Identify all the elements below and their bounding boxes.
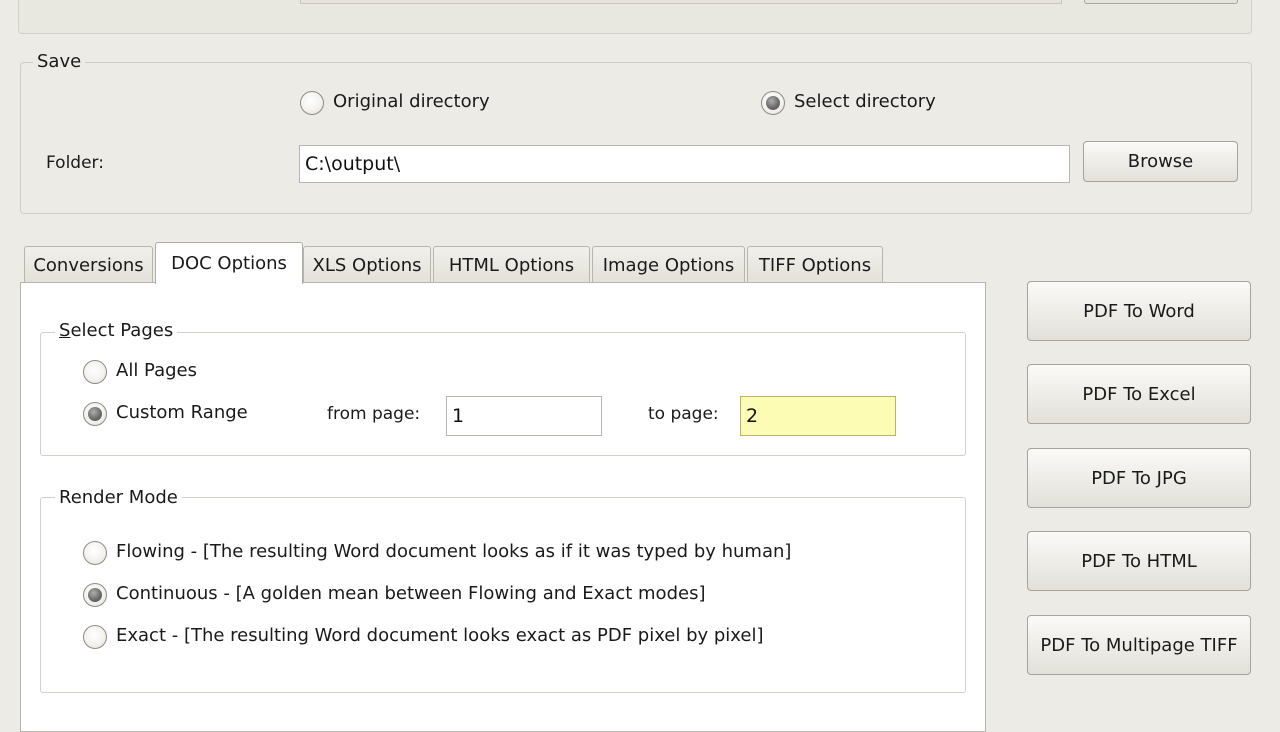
top-input-partial[interactable] xyxy=(300,0,1062,4)
from-page-label: from page: xyxy=(327,404,421,424)
radio-selected-dot xyxy=(766,96,780,110)
tab-conversions[interactable]: Conversions xyxy=(24,246,153,284)
pdf-to-jpg-button[interactable]: PDF To JPG xyxy=(1027,448,1251,508)
render-mode-title: Render Mode xyxy=(55,487,182,509)
tab-tiff-options[interactable]: TIFF Options xyxy=(747,246,883,284)
doc-options-panel: Select Pages All Pages Custom Range from… xyxy=(20,282,986,732)
radio-selected-dot xyxy=(88,588,102,602)
render-flowing-radio[interactable] xyxy=(83,541,107,565)
save-group-title: Save xyxy=(33,51,86,73)
original-directory-label[interactable]: Original directory xyxy=(333,91,490,113)
from-page-input[interactable] xyxy=(446,396,602,436)
render-continuous-label[interactable]: Continuous - [A golden mean between Flow… xyxy=(116,583,705,605)
select-directory-radio[interactable] xyxy=(761,91,785,115)
render-flowing-label[interactable]: Flowing - [The resulting Word document l… xyxy=(116,541,791,563)
tab-xls-options[interactable]: XLS Options xyxy=(303,246,431,284)
folder-label: Folder: xyxy=(46,153,104,173)
all-pages-label[interactable]: All Pages xyxy=(116,360,197,382)
pdf-to-html-button[interactable]: PDF To HTML xyxy=(1027,531,1251,591)
pdf-to-multipage-tiff-button[interactable]: PDF To Multipage TIFF xyxy=(1027,615,1251,675)
folder-input[interactable] xyxy=(299,145,1070,183)
custom-range-label[interactable]: Custom Range xyxy=(116,402,248,424)
all-pages-radio[interactable] xyxy=(83,360,107,384)
to-page-input[interactable] xyxy=(740,396,896,436)
select-pages-group xyxy=(40,332,966,456)
custom-range-radio[interactable] xyxy=(83,402,107,426)
top-button-partial[interactable] xyxy=(1084,0,1238,4)
render-exact-label[interactable]: Exact - [The resulting Word document loo… xyxy=(116,625,764,647)
pdf-to-word-button[interactable]: PDF To Word xyxy=(1027,281,1251,341)
top-group-partial xyxy=(18,0,1252,34)
browse-button[interactable]: Browse xyxy=(1083,141,1238,182)
save-group xyxy=(20,62,1252,214)
tab-doc-options[interactable]: DOC Options xyxy=(155,242,303,284)
radio-selected-dot xyxy=(88,407,102,421)
render-continuous-radio[interactable] xyxy=(83,583,107,607)
render-exact-radio[interactable] xyxy=(83,625,107,649)
original-directory-radio[interactable] xyxy=(300,91,324,115)
select-directory-label[interactable]: Select directory xyxy=(794,91,936,113)
tab-html-options[interactable]: HTML Options xyxy=(433,246,590,284)
select-pages-title: Select Pages xyxy=(55,320,178,342)
pdf-to-excel-button[interactable]: PDF To Excel xyxy=(1027,364,1251,424)
to-page-label: to page: xyxy=(648,404,719,424)
tab-image-options[interactable]: Image Options xyxy=(592,246,745,284)
